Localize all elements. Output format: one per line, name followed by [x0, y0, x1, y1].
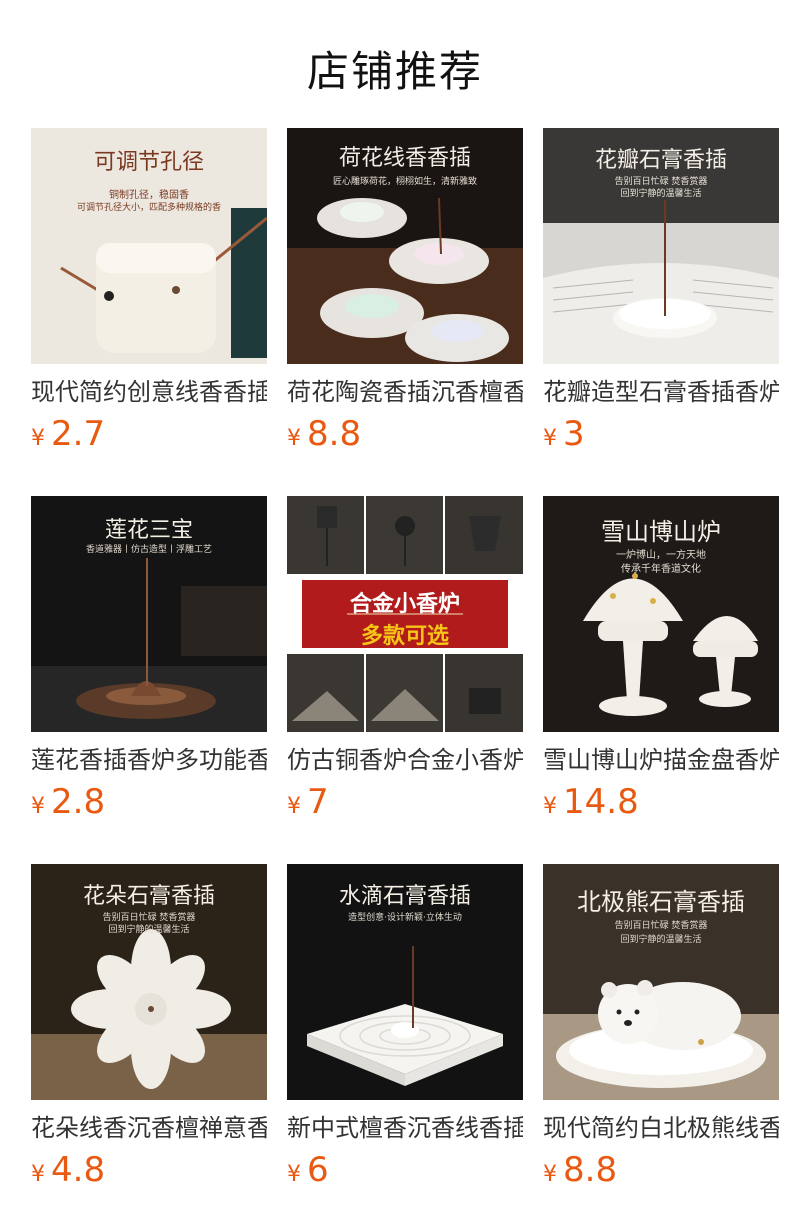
price-value: 4.8 — [51, 1150, 106, 1190]
product-image[interactable]: 可调节孔径 铜制孔径，稳固香 可调节孔径大小，匹配多种规格的香 — [31, 128, 267, 364]
price-value: 3 — [563, 414, 585, 454]
product-card[interactable]: 可调节孔径 铜制孔径，稳固香 可调节孔径大小，匹配多种规格的香 现代简约创意线香… — [31, 128, 267, 462]
currency-symbol: ¥ — [31, 426, 45, 451]
banner-subtext: 造型创意·设计新颖·立体生动 — [348, 913, 462, 923]
banner-subtext: 多款可选 — [360, 624, 449, 649]
price-value: 14.8 — [563, 782, 639, 822]
product-name[interactable]: 仿古铜香炉合金小香炉 — [287, 744, 523, 776]
product-name[interactable]: 荷花陶瓷香插沉香檀香 — [287, 376, 523, 408]
banner-subtext: 可调节孔径大小，匹配多种规格的香 — [76, 203, 221, 213]
banner-subtext: 回到宁静的温馨生活 — [620, 189, 702, 199]
product-card[interactable]: 莲花三宝 香道雅器丨仿古造型丨浮雕工艺 莲花香插香炉多功能香 ¥2.8 — [31, 496, 267, 830]
price-value: 2.8 — [51, 782, 106, 822]
product-name[interactable]: 花瓣造型石膏香插香炉 — [543, 376, 779, 408]
currency-symbol: ¥ — [287, 794, 301, 819]
product-price: ¥8.8 — [287, 412, 523, 462]
product-name[interactable]: 莲花香插香炉多功能香 — [31, 744, 267, 776]
product-image[interactable]: 北极熊石膏香插 告别百日忙碌 焚香赏器 回到宁静的温馨生活 — [543, 864, 779, 1100]
product-card[interactable]: 雪山博山炉 一炉博山，一方天地 传承千年香道文化 雪山博山炉描金盘香炉 ¥14.… — [543, 496, 779, 830]
product-image[interactable]: 花瓣石膏香插 告别百日忙碌 焚香赏器 回到宁静的温馨生活 — [543, 128, 779, 364]
product-card[interactable]: 合金小香炉 多款可选 仿古铜香炉合金小香炉 ¥7 — [287, 496, 523, 830]
product-name[interactable]: 新中式檀香沉香线香插 — [287, 1112, 523, 1144]
banner-subtext: 传承千年香道文化 — [621, 564, 701, 575]
product-image[interactable]: 水滴石膏香插 造型创意·设计新颖·立体生动 — [287, 864, 523, 1100]
product-price: ¥4.8 — [31, 1148, 267, 1198]
product-price: ¥8.8 — [543, 1148, 779, 1198]
product-image[interactable]: 合金小香炉 多款可选 — [287, 496, 523, 732]
product-name[interactable]: 花朵线香沉香檀禅意香 — [31, 1112, 267, 1144]
product-image[interactable]: 莲花三宝 香道雅器丨仿古造型丨浮雕工艺 — [31, 496, 267, 732]
product-price: ¥14.8 — [543, 780, 779, 830]
product-price: ¥2.8 — [31, 780, 267, 830]
banner-subtext: 告别百日忙碌 焚香赏器 — [614, 921, 708, 931]
product-image[interactable]: 雪山博山炉 一炉博山，一方天地 传承千年香道文化 — [543, 496, 779, 732]
product-price: ¥7 — [287, 780, 523, 830]
product-card[interactable]: 北极熊石膏香插 告别百日忙碌 焚香赏器 回到宁静的温馨生活 现代简约白北极熊线香… — [543, 864, 779, 1198]
product-name[interactable]: 现代简约白北极熊线香 — [543, 1112, 779, 1144]
price-value: 7 — [307, 782, 329, 822]
product-name[interactable]: 雪山博山炉描金盘香炉 — [543, 744, 779, 776]
banner-text: 荷花线香香插 — [338, 146, 471, 171]
price-value: 8.8 — [563, 1150, 618, 1190]
currency-symbol: ¥ — [287, 426, 301, 451]
product-price: ¥2.7 — [31, 412, 267, 462]
product-price: ¥3 — [543, 412, 779, 462]
currency-symbol: ¥ — [543, 426, 557, 451]
price-value: 2.7 — [51, 414, 106, 454]
banner-text: 合金小香炉 — [349, 592, 460, 617]
product-image[interactable]: 花朵石膏香插 告别百日忙碌 焚香赏器 回到宁静的温馨生活 — [31, 864, 267, 1100]
currency-symbol: ¥ — [31, 1162, 45, 1187]
product-card[interactable]: 荷花线香香插 匠心雕琢荷花，栩栩如生，清新雅致 荷花陶瓷香插沉香檀香 ¥8.8 — [287, 128, 523, 462]
product-price: ¥6 — [287, 1148, 523, 1198]
banner-text: 花朵石膏香插 — [82, 884, 215, 909]
banner-text: 雪山博山炉 — [601, 518, 721, 546]
banner-subtext: 匠心雕琢荷花，栩栩如生，清新雅致 — [332, 177, 477, 187]
currency-symbol: ¥ — [287, 1162, 301, 1187]
currency-symbol: ¥ — [543, 794, 557, 819]
banner-subtext: 铜制孔径，稳固香 — [109, 190, 189, 201]
currency-symbol: ¥ — [543, 1162, 557, 1187]
banner-subtext: 回到宁静的温馨生活 — [620, 935, 702, 945]
price-value: 8.8 — [307, 414, 362, 454]
banner-text: 莲花三宝 — [104, 518, 193, 543]
product-card[interactable]: 花朵石膏香插 告别百日忙碌 焚香赏器 回到宁静的温馨生活 花朵线香沉香檀禅意香 … — [31, 864, 267, 1198]
product-card[interactable]: 水滴石膏香插 造型创意·设计新颖·立体生动 新中式檀香沉香线香插 ¥6 — [287, 864, 523, 1198]
banner-text: 可调节孔径 — [93, 150, 204, 175]
product-card[interactable]: 花瓣石膏香插 告别百日忙碌 焚香赏器 回到宁静的温馨生活 花瓣造型石膏香插香炉 … — [543, 128, 779, 462]
banner-subtext: 一炉博山，一方天地 — [616, 550, 706, 561]
currency-symbol: ¥ — [31, 794, 45, 819]
page-title: 店铺推荐 — [306, 47, 483, 96]
price-value: 6 — [307, 1150, 329, 1190]
banner-text: 北极熊石膏香插 — [577, 888, 745, 916]
banner-subtext: 香道雅器丨仿古造型丨浮雕工艺 — [85, 545, 212, 555]
product-name[interactable]: 现代简约创意线香香插 — [31, 376, 267, 408]
product-image[interactable]: 荷花线香香插 匠心雕琢荷花，栩栩如生，清新雅致 — [287, 128, 523, 364]
banner-text: 花瓣石膏香插 — [594, 148, 727, 173]
banner-subtext: 回到宁静的温馨生活 — [108, 925, 190, 935]
banner-text: 水滴石膏香插 — [338, 884, 471, 909]
